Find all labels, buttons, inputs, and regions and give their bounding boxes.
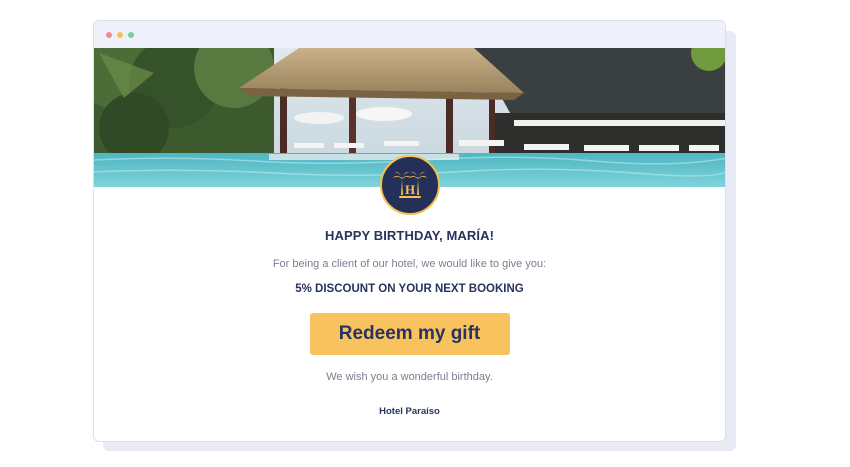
email-body: HAPPY BIRTHDAY, MARÍA! For being a clien…: [94, 228, 725, 417]
maximize-dot-icon[interactable]: [128, 31, 134, 38]
birthday-wish-text: We wish you a wonderful birthday.: [326, 371, 493, 383]
intro-text: For being a client of our hotel, we woul…: [272, 258, 547, 270]
close-dot-icon[interactable]: [106, 31, 112, 38]
minimize-dot-icon[interactable]: [117, 31, 123, 38]
hotel-signature: Hotel Paraíso: [379, 406, 440, 417]
birthday-greeting: HAPPY BIRTHDAY, MARÍA!: [324, 228, 495, 243]
redeem-gift-button[interactable]: Redeem my gift: [309, 313, 510, 355]
window-titlebar: [94, 21, 725, 48]
palm-trees-hotel-logo-icon: H: [380, 155, 440, 215]
email-preview-window: H HAPPY BIRTHDAY, MARÍA! For being a cli…: [93, 20, 726, 442]
discount-offer: 5% DISCOUNT ON YOUR NEXT BOOKING: [295, 283, 524, 295]
svg-text:H: H: [405, 182, 415, 197]
